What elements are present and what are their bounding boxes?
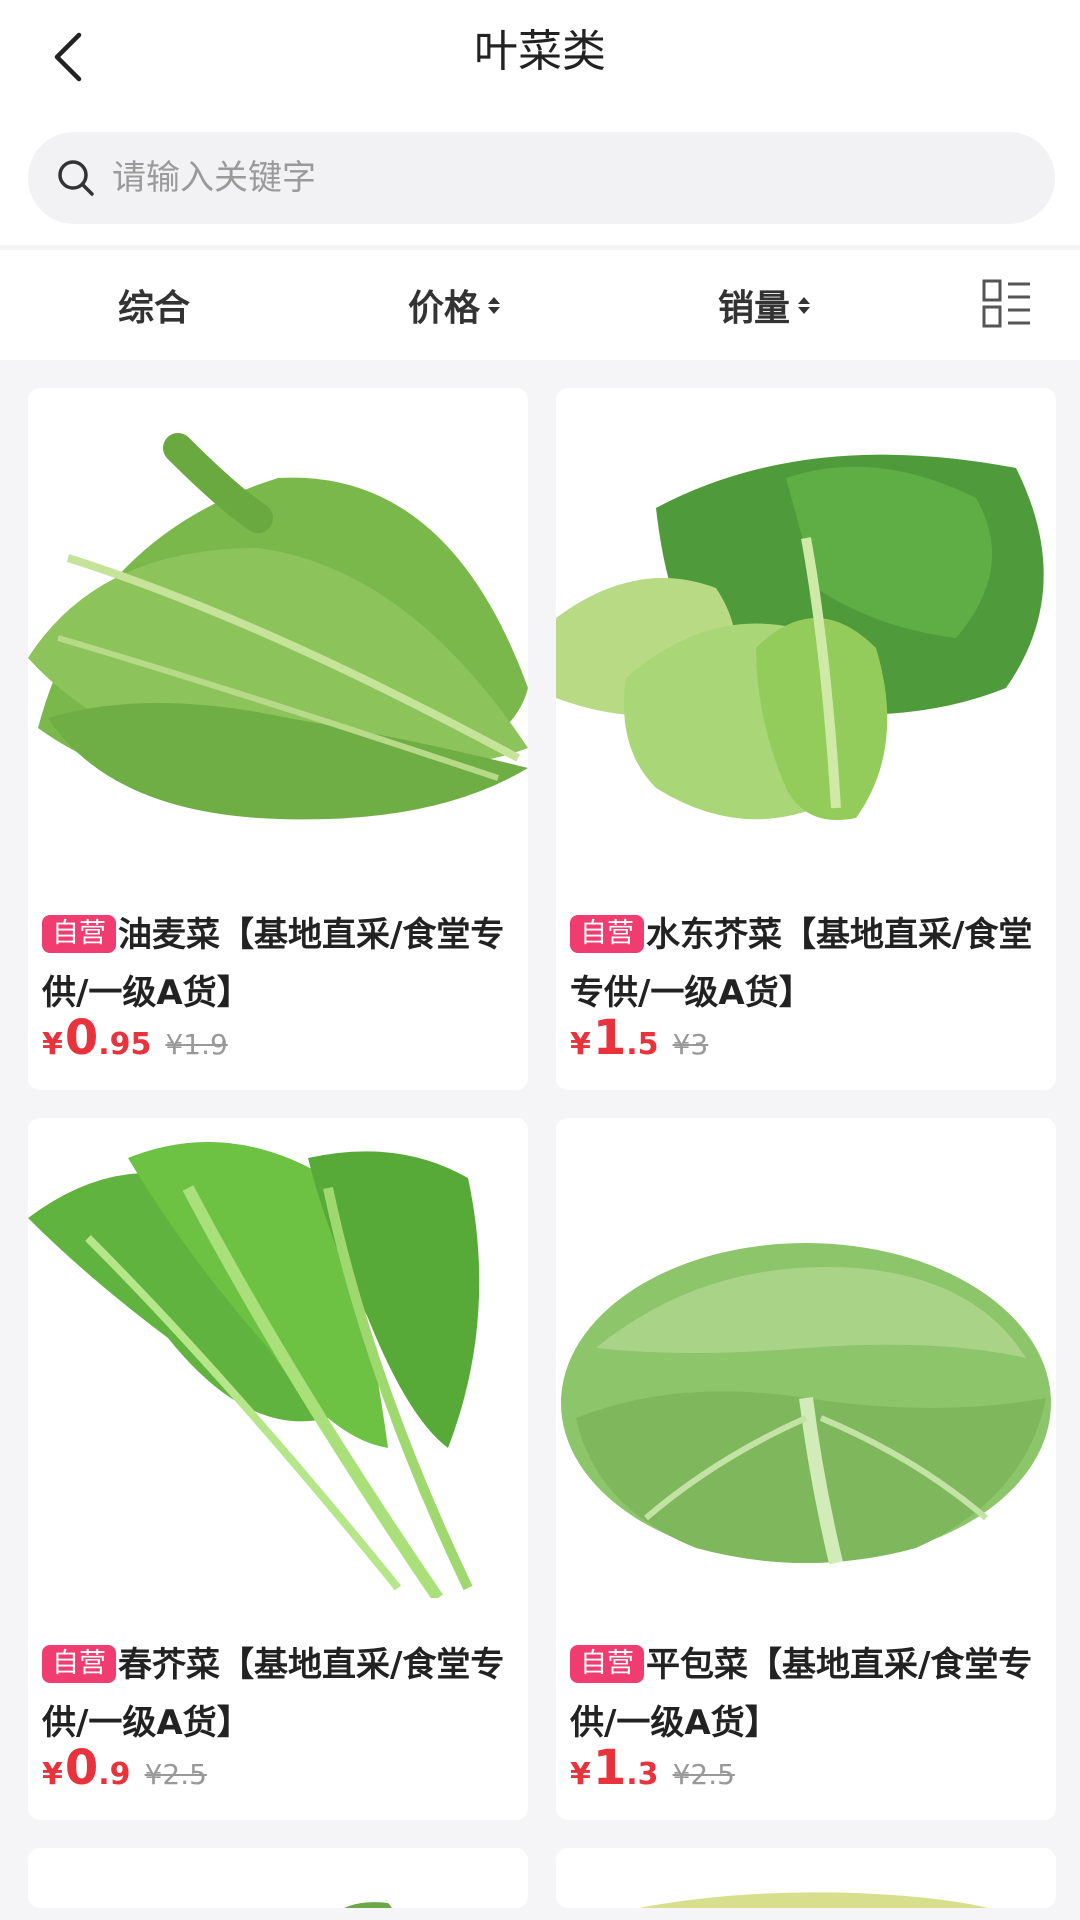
sort-price[interactable]: 价格 [408,250,501,360]
list-layout-icon [982,279,1030,328]
currency-symbol: ¥ [570,1757,591,1792]
spring-mustard-image [28,1118,528,1598]
price-row: ¥0.9 ¥2.5 [42,1740,207,1800]
romaine-lettuce-image [28,388,528,868]
self-operated-badge: 自营 [42,915,116,953]
price-decimal: .9 [98,1757,131,1792]
currency-symbol: ¥ [42,1027,63,1062]
sort-price-label: 价格 [408,288,481,329]
price-decimal: .95 [98,1027,152,1062]
currency-symbol: ¥ [570,1027,591,1062]
product-card[interactable]: 自营 油麦菜【基地直采/食堂专供/一级A货】 ¥0.95 ¥1.9 [28,388,528,1090]
price-decimal: .5 [626,1027,659,1062]
top-bar: 叶菜类 [0,0,1080,245]
price-integer: 1 [592,1010,627,1066]
product-title: 自营 春芥菜【基地直采/食堂专供/一级A货】 [42,1636,517,1752]
search-icon [54,156,98,200]
product-card[interactable] [28,1848,528,1908]
chevron-left-icon [54,32,82,82]
original-price: ¥2.5 [144,1758,207,1791]
product-title: 自营 平包菜【基地直采/食堂专供/一级A货】 [570,1636,1045,1752]
product-card[interactable]: 自营 平包菜【基地直采/食堂专供/一级A货】 ¥1.3 ¥2.5 [556,1118,1056,1820]
price-decimal: .3 [626,1757,659,1792]
product-title: 自营 水东芥菜【基地直采/食堂专供/一级A货】 [570,906,1045,1022]
product-title: 自营 油麦菜【基地直采/食堂专供/一级A货】 [42,906,517,1022]
sort-arrows-icon [798,296,811,314]
self-operated-badge: 自营 [42,1645,116,1683]
product-card[interactable]: 自营 春芥菜【基地直采/食堂专供/一级A货】 ¥0.9 ¥2.5 [28,1118,528,1820]
page-title: 叶菜类 [474,26,606,77]
product-card[interactable] [556,1848,1056,1908]
price-integer: 1 [592,1740,627,1796]
sort-sales-label: 销量 [718,288,791,329]
price-row: ¥1.3 ¥2.5 [570,1740,735,1800]
sort-comprehensive-label: 综合 [118,288,191,329]
sort-bar: 综合 价格 销量 [0,250,1080,360]
sort-sales[interactable]: 销量 [718,250,811,360]
price-row: ¥0.95 ¥1.9 [42,1010,228,1070]
search-input[interactable] [110,137,1055,219]
self-operated-badge: 自营 [570,1645,644,1683]
original-price: ¥3 [672,1028,709,1061]
layout-toggle-button[interactable] [982,278,1032,330]
product-image [638,1892,989,1908]
cabbage-image [556,1118,1056,1598]
original-price: ¥1.9 [165,1028,228,1061]
sort-arrows-icon [488,296,501,314]
product-card[interactable]: 自营 水东芥菜【基地直采/食堂专供/一级A货】 ¥1.5 ¥3 [556,388,1056,1090]
price-integer: 0 [64,1010,99,1066]
original-price: ¥2.5 [672,1758,735,1791]
mustard-greens-image [556,388,1056,868]
currency-symbol: ¥ [42,1757,63,1792]
product-image [344,1902,392,1908]
sort-comprehensive[interactable]: 综合 [118,250,190,360]
search-bar[interactable] [28,132,1055,224]
price-integer: 0 [64,1740,99,1796]
price-row: ¥1.5 ¥3 [570,1010,708,1070]
self-operated-badge: 自营 [570,915,644,953]
back-button[interactable] [34,22,104,92]
